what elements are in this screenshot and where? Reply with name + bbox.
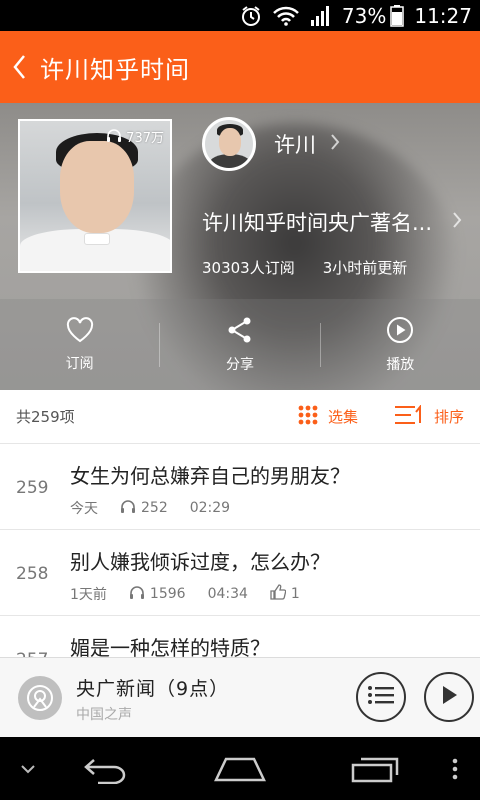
- cover-face: [60, 141, 134, 233]
- avatar-face: [219, 128, 241, 156]
- episode-likes[interactable]: 1: [270, 584, 300, 604]
- grid-icon: [298, 405, 318, 429]
- play-circle-icon: [386, 316, 414, 348]
- list-icon: [368, 685, 394, 709]
- plays-value: 252: [141, 500, 168, 516]
- share-label: 分享: [225, 356, 254, 373]
- cover-bowtie: [84, 233, 110, 245]
- headphones-icon: [106, 128, 122, 146]
- wifi-icon: [272, 5, 300, 27]
- chevron-right-icon: [452, 210, 462, 234]
- alarm-icon: [240, 5, 262, 27]
- subscribe-button[interactable]: 订阅: [0, 316, 159, 373]
- album-cover[interactable]: 737万: [18, 119, 172, 273]
- sort-icon: [394, 403, 424, 429]
- episode-duration: 04:34: [207, 586, 248, 602]
- heart-icon: [66, 316, 94, 347]
- share-icon: [226, 316, 254, 348]
- episode-title: 女生为何总嫌弃自己的男朋友？: [70, 464, 350, 488]
- page-title[interactable]: 许川知乎时间: [40, 50, 190, 85]
- author-link[interactable]: 许川: [274, 129, 340, 159]
- recent-apps-icon[interactable]: [340, 737, 410, 800]
- headphones-icon: [120, 499, 136, 517]
- battery-indicator: 73%: [341, 3, 405, 28]
- description-text: 许川知乎时间央广著名...: [202, 211, 433, 235]
- clock: 11:27: [414, 3, 472, 28]
- episode-number: 259: [16, 478, 49, 498]
- episode-title: 别人嫌我倾诉过度，怎么办？: [70, 550, 330, 574]
- app-bar: 许川知乎时间: [0, 31, 480, 103]
- player-play-button[interactable]: [424, 672, 474, 722]
- app-screen: 73% 11:27 许川知乎时间 737万 许川 许川知乎时间央广著名... 3…: [0, 0, 480, 800]
- list-item[interactable]: 258 别人嫌我倾诉过度，怎么办？ 1天前 1596 04:34 1: [0, 530, 480, 616]
- signal-icon: [310, 5, 332, 27]
- radio-station-icon: [18, 676, 62, 720]
- album-hero: 737万 许川 许川知乎时间央广著名... 30303人订阅 3小时前更新 订阅…: [0, 103, 480, 390]
- chevron-down-icon[interactable]: [10, 737, 46, 800]
- author-avatar[interactable]: [202, 117, 256, 171]
- action-bar: 订阅 分享 播放: [0, 299, 480, 390]
- episode-number: 258: [16, 564, 49, 584]
- playlist-button[interactable]: [356, 672, 406, 722]
- play-count: 737万: [106, 127, 164, 146]
- episode-date: 今天: [70, 501, 98, 517]
- episode-date: 1天前: [70, 587, 107, 603]
- share-button[interactable]: 分享: [160, 316, 319, 374]
- play-icon: [439, 684, 459, 710]
- thumbs-up-icon: [270, 584, 287, 604]
- episode-count: 共259项: [16, 408, 75, 426]
- back-icon[interactable]: [72, 737, 142, 800]
- system-nav-bar: [0, 737, 480, 800]
- player-source: 中国之声: [76, 707, 132, 723]
- episode-plays: 252: [120, 499, 168, 517]
- battery-icon: [390, 4, 405, 27]
- album-meta: 30303人订阅 3小时前更新: [202, 257, 407, 278]
- sort-button[interactable]: 排序: [394, 403, 464, 429]
- player-title: 央广新闻（9点）: [76, 678, 230, 700]
- update-time: 3小时前更新: [322, 259, 408, 277]
- play-button[interactable]: 播放: [321, 316, 480, 374]
- plays-value: 1596: [149, 586, 186, 602]
- likes-value: 1: [290, 586, 300, 602]
- select-episodes-button[interactable]: 选集: [298, 405, 358, 429]
- subscriber-count: 30303人订阅: [202, 259, 295, 277]
- chevron-left-icon[interactable]: [12, 52, 34, 82]
- select-label: 选集: [327, 408, 358, 426]
- battery-percent: 73%: [341, 3, 387, 28]
- album-description[interactable]: 许川知乎时间央广著名...: [202, 207, 462, 237]
- play-count-value: 737万: [126, 131, 164, 146]
- episode-duration: 02:29: [189, 500, 231, 516]
- status-bar: 73% 11:27: [0, 0, 480, 31]
- headphones-icon: [129, 585, 145, 603]
- sort-label: 排序: [433, 408, 464, 426]
- more-vertical-icon[interactable]: [440, 737, 470, 800]
- episode-plays: 1596: [129, 585, 186, 603]
- subscribe-label: 订阅: [65, 355, 94, 372]
- play-label: 播放: [386, 356, 415, 373]
- home-icon[interactable]: [205, 737, 275, 800]
- episode-meta: 今天 252 02:29: [70, 498, 230, 518]
- author-name: 许川: [274, 133, 316, 157]
- list-header: 共259项 选集 排序: [0, 390, 480, 444]
- list-item[interactable]: 259 女生为何总嫌弃自己的男朋友？ 今天 252 02:29: [0, 444, 480, 530]
- episode-meta: 1天前 1596 04:34 1: [70, 584, 300, 604]
- mini-player[interactable]: 央广新闻（9点） 中国之声: [0, 657, 480, 737]
- chevron-right-icon: [330, 132, 340, 156]
